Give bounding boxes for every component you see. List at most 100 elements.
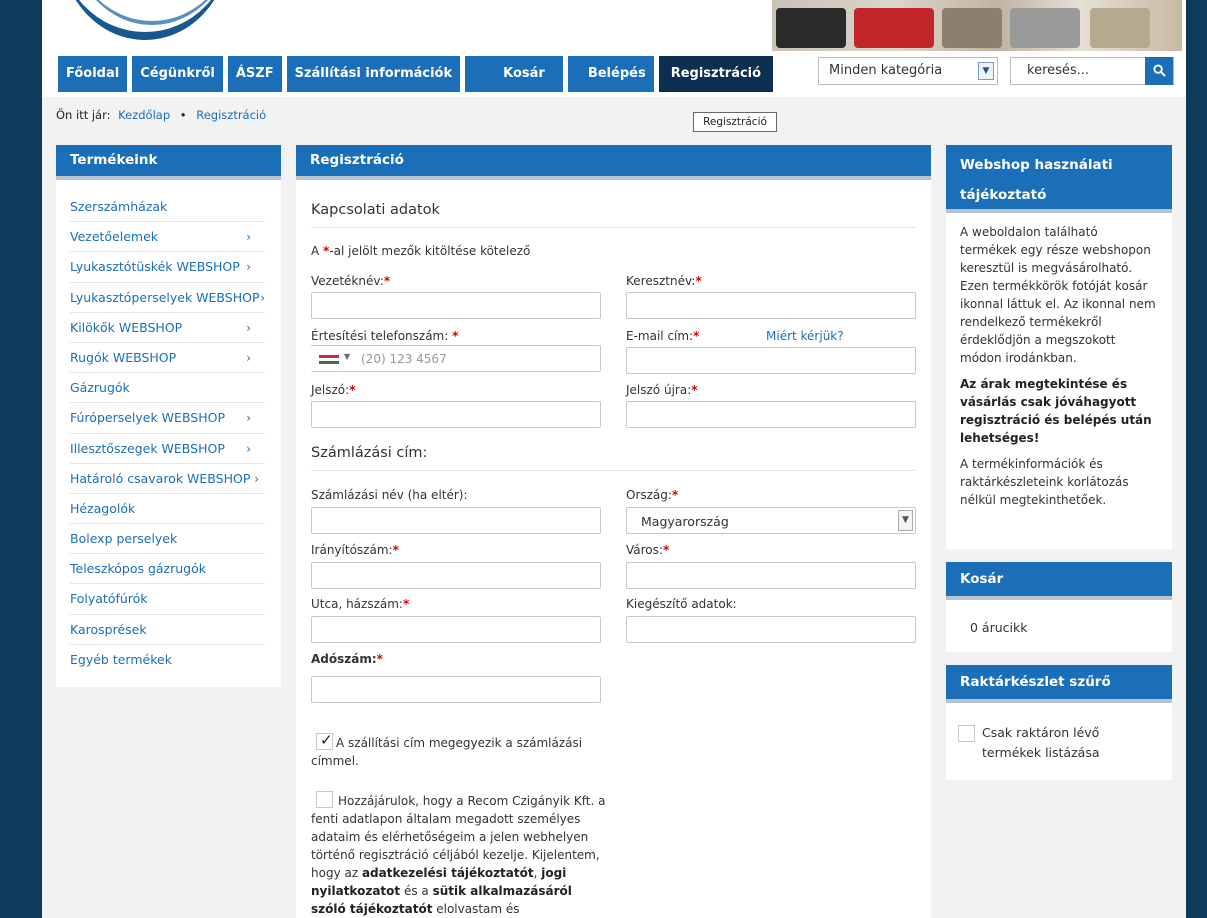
- category-item[interactable]: Bolexp perselyek: [70, 524, 265, 555]
- extra-label: Kiegészítő adatok:: [626, 597, 737, 611]
- billing-name-input[interactable]: [311, 507, 601, 534]
- category-item[interactable]: Gázrugók: [70, 373, 265, 404]
- password-label: Jelszó:*: [311, 383, 356, 397]
- privacy-policy-link[interactable]: adatkezelési tájékoztatót: [362, 866, 534, 880]
- category-item[interactable]: Hézagolók: [70, 494, 265, 525]
- cookie-policy-link[interactable]: sütik alkalmazásáról: [433, 884, 572, 898]
- stock-filter-checkbox[interactable]: [958, 725, 975, 742]
- country-select[interactable]: Magyarország ▼: [626, 507, 916, 534]
- chevron-right-icon: ›: [246, 230, 251, 245]
- consent-checkbox[interactable]: [316, 791, 333, 808]
- stock-filter-label: Csak raktáron lévő termékek listázása: [982, 725, 1100, 760]
- same-address-label-cont: címmel.: [311, 754, 359, 768]
- street-label: Utca, házszám:*: [311, 597, 410, 611]
- category-list: Szerszámházak Vezetőelemek › Lyukasztótüs…: [56, 180, 281, 675]
- breadcrumb-current[interactable]: Regisztráció: [196, 108, 266, 122]
- city-label: Város:*: [626, 543, 670, 557]
- chevron-right-icon: ›: [260, 290, 265, 305]
- country-select-value: Magyarország: [641, 514, 729, 529]
- caret-down-icon[interactable]: ▼: [344, 352, 350, 361]
- city-input[interactable]: [626, 562, 916, 589]
- consent-text-line: Hozzájárulok, hogy a Recom Czigányik Kft…: [338, 794, 606, 808]
- consent-text-line: fenti adatlapon általam megadott személy…: [311, 812, 581, 826]
- lastname-input[interactable]: [311, 292, 601, 319]
- email-input[interactable]: [626, 347, 916, 374]
- nav-regisztracio[interactable]: Regisztráció: [658, 56, 774, 92]
- contact-section-title: Kapcsolati adatok: [311, 202, 440, 218]
- chevron-right-icon: ›: [254, 471, 259, 486]
- consent-text-line: nyilatkozatot és a sütik alkalmazásáról: [311, 884, 572, 898]
- nav-cegunkrol[interactable]: Cégünkről: [132, 56, 223, 92]
- legal-notice-link-cont[interactable]: nyilatkozatot: [311, 884, 400, 898]
- nav-tooltip: Regisztráció: [693, 112, 777, 132]
- email-label: E-mail cím:*: [626, 329, 700, 343]
- search-button[interactable]: [1145, 57, 1173, 85]
- consent-text-line: szóló tájékoztatót elolvastam és: [311, 902, 520, 916]
- lastname-label: Vezetéknév:*: [311, 274, 391, 288]
- chevron-down-icon[interactable]: ▼: [898, 510, 913, 531]
- category-select[interactable]: Minden kategória ▼: [818, 57, 998, 85]
- firstname-input[interactable]: [626, 292, 916, 319]
- category-item[interactable]: Rugók WEBSHOP ›: [70, 343, 265, 374]
- category-item[interactable]: Karosprések: [70, 615, 265, 645]
- divider: [311, 470, 916, 471]
- phone-label: Értesítési telefonszám: *: [311, 329, 459, 343]
- webshop-info-title: Webshop használati tájékoztató: [946, 145, 1172, 213]
- category-item[interactable]: Lyukasztótüskék WEBSHOP ›: [70, 252, 265, 283]
- password-again-label: Jelszó újra:*: [626, 383, 698, 397]
- category-item[interactable]: Szerszámházak: [70, 192, 265, 223]
- chevron-right-icon: ›: [246, 441, 251, 456]
- firstname-label: Keresztnév:*: [626, 274, 702, 288]
- nav-belepes[interactable]: Belépés: [567, 56, 654, 92]
- consent-text-line: hogy az adatkezelési tájékoztatót, jogi: [311, 866, 567, 880]
- header: Főoldal Cégünkről ÁSZF Szállítási inform…: [42, 0, 1186, 97]
- hungary-flag-icon[interactable]: [319, 355, 339, 364]
- nav-fooldal[interactable]: Főoldal: [58, 56, 128, 92]
- phone-why-link[interactable]: Miért kérjük?: [766, 329, 844, 343]
- nav-szallitasi-informaciok[interactable]: Szállítási információk: [286, 56, 461, 92]
- billing-name-label: Számlázási név (ha eltér):: [311, 488, 468, 502]
- category-item[interactable]: Illesztőszegek WEBSHOP ›: [70, 434, 265, 464]
- category-item[interactable]: Folyatófúrók: [70, 584, 265, 615]
- stock-filter-panel: Raktárkészlet szűrő Csak raktáron lévő t…: [946, 665, 1172, 780]
- webshop-info-body: A weboldalon található termékek egy rész…: [946, 213, 1172, 509]
- breadcrumb-prefix: Ön itt jár:: [56, 108, 111, 122]
- chevron-right-icon: ›: [246, 260, 251, 275]
- category-item[interactable]: Fúróperselyek WEBSHOP ›: [70, 403, 265, 434]
- category-item[interactable]: Lyukasztóperselyek WEBSHOP ›: [70, 283, 265, 313]
- password-input[interactable]: [311, 401, 601, 428]
- cookie-policy-link-cont[interactable]: szóló tájékoztatót: [311, 902, 432, 916]
- nav-kosar[interactable]: Kosár: [465, 56, 563, 92]
- info-paragraph: A weboldalon található termékek egy rész…: [960, 225, 1156, 365]
- stock-filter-title: Raktárkészlet szűrő: [946, 665, 1172, 703]
- street-input[interactable]: [311, 616, 601, 643]
- required-note: A *-al jelölt mezők kitöltése kötelező: [311, 244, 531, 258]
- header-banner-image: [772, 0, 1182, 51]
- legal-notice-link[interactable]: jogi: [541, 866, 566, 880]
- stock-filter-body: Csak raktáron lévő termékek listázása: [946, 703, 1172, 763]
- category-item[interactable]: Vezetőelemek ›: [70, 222, 265, 253]
- cart-panel: Kosár 0 árucikk: [946, 562, 1172, 652]
- category-item[interactable]: Teleszkópos gázrugók: [70, 554, 265, 585]
- category-item[interactable]: Határoló csavarok WEBSHOP ›: [70, 464, 265, 494]
- zip-input[interactable]: [311, 562, 601, 589]
- cart-content: 0 árucikk: [970, 620, 1028, 635]
- page: Főoldal Cégünkről ÁSZF Szállítási inform…: [42, 0, 1186, 918]
- extra-input[interactable]: [626, 616, 916, 643]
- checkmark-icon: ✓: [320, 731, 333, 749]
- tax-input[interactable]: [311, 676, 601, 703]
- category-item[interactable]: Kilökők WEBSHOP ›: [70, 313, 265, 343]
- breadcrumb-home-link[interactable]: Kezdőlap: [118, 108, 170, 122]
- same-address-checkbox[interactable]: ✓: [316, 731, 333, 750]
- phone-input[interactable]: ▼ (20) 123 4567: [311, 345, 601, 372]
- breadcrumb-separator: •: [179, 108, 187, 122]
- breadcrumb: Ön itt jár: Kezdőlap • Regisztráció: [56, 108, 266, 122]
- chevron-down-icon[interactable]: ▼: [978, 62, 994, 80]
- chevron-right-icon: ›: [246, 350, 251, 365]
- search-icon: [1152, 64, 1166, 77]
- category-item[interactable]: Egyéb termékek: [70, 645, 265, 675]
- zip-label: Irányítószám:*: [311, 543, 399, 557]
- nav-aszf[interactable]: ÁSZF: [227, 56, 282, 92]
- cart-title: Kosár: [946, 562, 1172, 600]
- password-again-input[interactable]: [626, 401, 916, 428]
